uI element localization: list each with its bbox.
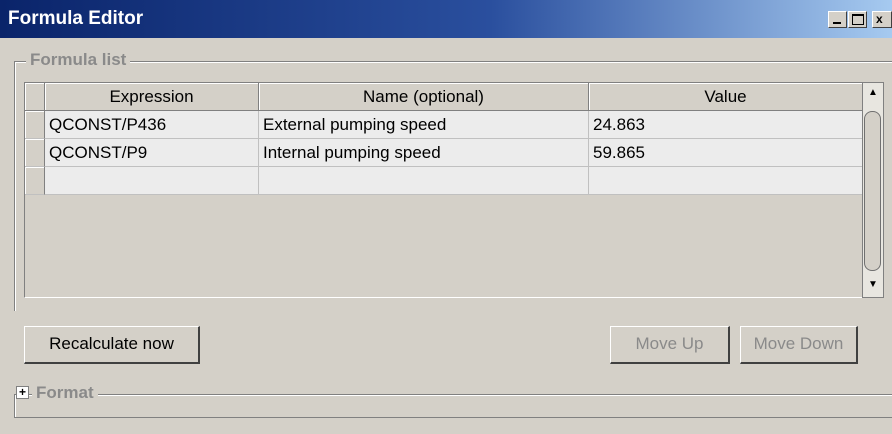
column-header-expression[interactable]: Expression — [45, 83, 259, 111]
move-down-button[interactable]: Move Down — [740, 326, 858, 364]
expand-format-icon[interactable]: + — [16, 386, 29, 399]
value-cell[interactable]: 59.865 — [589, 139, 862, 167]
format-group — [14, 394, 892, 418]
name-cell[interactable] — [259, 167, 589, 195]
row-selector[interactable] — [25, 167, 45, 195]
name-cell[interactable]: Internal pumping speed — [259, 139, 589, 167]
grid-corner-cell — [25, 83, 45, 111]
formula-list-label: Formula list — [26, 50, 131, 70]
scroll-down-icon[interactable]: ▼ — [863, 275, 883, 295]
maximize-icon — [852, 14, 864, 25]
row-selector[interactable] — [25, 111, 45, 139]
close-button[interactable]: x — [872, 11, 892, 28]
grid-empty-area — [25, 195, 862, 297]
minimize-button[interactable] — [828, 11, 847, 28]
title-bar[interactable]: Formula Editor x — [0, 0, 892, 38]
window-title: Formula Editor — [8, 8, 144, 29]
name-cell[interactable]: External pumping speed — [259, 111, 589, 139]
column-header-value[interactable]: Value — [589, 83, 862, 111]
expression-cell[interactable] — [45, 167, 259, 195]
minimize-icon — [833, 22, 841, 24]
scroll-thumb[interactable] — [864, 111, 881, 271]
expression-cell[interactable]: QCONST/P9 — [45, 139, 259, 167]
formula-grid[interactable]: Expression Name (optional) Value QCONST/… — [24, 82, 862, 298]
expression-cell[interactable]: QCONST/P436 — [45, 111, 259, 139]
move-up-button[interactable]: Move Up — [610, 326, 730, 364]
value-cell[interactable]: 24.863 — [589, 111, 862, 139]
maximize-button[interactable] — [848, 11, 867, 28]
value-cell[interactable] — [589, 167, 862, 195]
format-label[interactable]: Format — [32, 383, 98, 403]
row-selector[interactable] — [25, 139, 45, 167]
scroll-up-icon[interactable]: ▲ — [863, 83, 883, 103]
vertical-scrollbar[interactable]: ▲ ▼ — [862, 82, 884, 298]
recalculate-now-button[interactable]: Recalculate now — [24, 326, 200, 364]
column-header-name[interactable]: Name (optional) — [259, 83, 589, 111]
close-icon: x — [876, 12, 883, 26]
formula-editor-window: Formula Editor x Formula list Expression… — [0, 0, 892, 434]
